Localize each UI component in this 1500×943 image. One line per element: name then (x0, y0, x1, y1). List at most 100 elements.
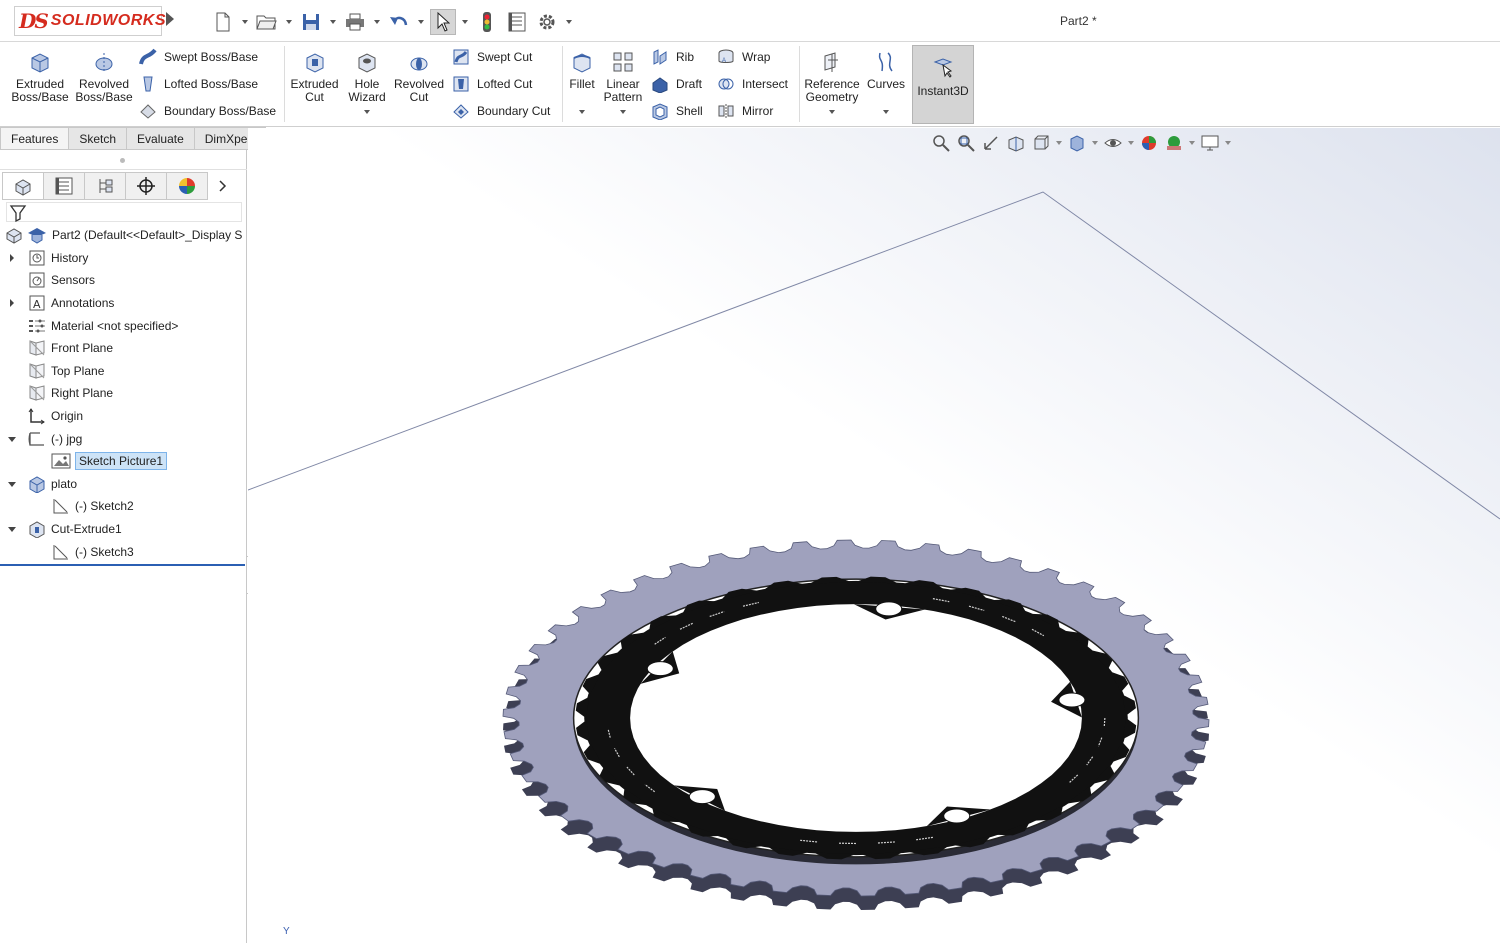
print-button[interactable] (342, 9, 368, 35)
section-view-button[interactable] (1005, 132, 1027, 154)
display-style-dropdown[interactable] (1091, 132, 1099, 154)
hole-wizard-dropdown[interactable] (364, 110, 370, 114)
tree-item-sketch3[interactable]: (-) Sketch3 (0, 540, 247, 563)
swept-cut-button[interactable]: Swept Cut (451, 46, 532, 68)
tab-features[interactable]: Features (0, 127, 70, 150)
filter-funnel-icon (9, 205, 27, 222)
sketch-picture-icon (51, 451, 71, 471)
curves-button[interactable]: Curves (864, 48, 908, 114)
reference-geometry-dropdown[interactable] (829, 110, 835, 114)
curves-icon (872, 48, 900, 76)
tree-item-material-not-specified[interactable]: Material <not specified> (0, 314, 247, 337)
reference-geometry-button[interactable]: Reference Geometry (803, 48, 861, 114)
options-dropdown[interactable] (564, 9, 574, 35)
undo-dropdown[interactable] (416, 9, 426, 35)
collapse-arrow-icon[interactable] (7, 479, 17, 489)
property-list-icon (55, 177, 73, 195)
fillet-button[interactable]: Fillet (565, 48, 599, 114)
linear-pattern-button[interactable]: Linear Pattern (602, 48, 644, 114)
undo-button[interactable] (386, 9, 412, 35)
panel-resize-grip[interactable] (0, 150, 247, 170)
tab-sketch[interactable]: Sketch (69, 127, 128, 150)
hole-wizard-button[interactable]: Hole Wizard (343, 48, 391, 114)
view-orientation-button[interactable] (1030, 132, 1052, 154)
tree-item-jpg[interactable]: (-) jpg (0, 427, 247, 450)
options-button[interactable] (534, 9, 560, 35)
print-dropdown[interactable] (372, 9, 382, 35)
view-settings-button[interactable] (1199, 132, 1221, 154)
boundary-cut-button[interactable]: Boundary Cut (451, 100, 550, 122)
extruded-cut-button[interactable]: Extruded Cut (287, 48, 342, 104)
revolved-cut-button[interactable]: Revolved Cut (393, 48, 445, 104)
tree-item-sensors[interactable]: Sensors (0, 269, 247, 292)
open-dropdown[interactable] (284, 9, 294, 35)
fillet-dropdown[interactable] (579, 110, 585, 114)
collapse-arrow-icon[interactable] (7, 524, 17, 534)
tree-item-front-plane[interactable]: Front Plane (0, 337, 247, 360)
draft-button[interactable]: Draft (650, 73, 702, 95)
collapse-arrow-icon[interactable] (7, 434, 17, 444)
view-orientation-dropdown[interactable] (1055, 132, 1063, 154)
curves-dropdown[interactable] (883, 110, 889, 114)
new-document-dropdown[interactable] (240, 9, 250, 35)
save-dropdown[interactable] (328, 9, 338, 35)
more-tabs-button[interactable] (207, 172, 237, 200)
hide-show-items-button[interactable] (1102, 132, 1124, 154)
rib-button[interactable]: Rib (650, 46, 694, 68)
tree-item-sketch2[interactable]: (-) Sketch2 (0, 495, 247, 518)
expand-arrow-icon[interactable] (7, 253, 17, 263)
mirror-button[interactable]: Mirror (716, 100, 773, 122)
feature-manager-tab[interactable] (2, 172, 43, 200)
display-manager-tab[interactable] (166, 172, 207, 200)
swept-boss-button[interactable]: Swept Boss/Base (138, 46, 258, 68)
display-style-button[interactable] (1066, 132, 1088, 154)
save-button[interactable] (298, 9, 324, 35)
tree-item-right-plane[interactable]: Right Plane (0, 382, 247, 405)
menu-expand-arrow-icon[interactable] (166, 12, 174, 26)
expand-arrow-icon[interactable] (7, 298, 17, 308)
hide-show-dropdown[interactable] (1127, 132, 1135, 154)
instant3d-button[interactable]: Instant3D (912, 45, 974, 124)
tree-item-origin[interactable]: Origin (0, 405, 247, 428)
intersect-button[interactable]: Intersect (716, 73, 788, 95)
tree-item-annotations[interactable]: A Annotations (0, 292, 247, 315)
select-dropdown[interactable] (460, 9, 470, 35)
tree-item-plato[interactable]: plato (0, 473, 247, 496)
document-title: Part2 * (1060, 14, 1097, 28)
tree-item-sketch-picture1[interactable]: Sketch Picture1 (0, 450, 247, 473)
tree-item-top-plane[interactable]: Top Plane (0, 360, 247, 383)
zoom-to-area-button[interactable] (955, 132, 977, 154)
solidworks-logo[interactable]: DS SOLIDWORKS (14, 6, 166, 36)
lofted-cut-button[interactable]: Lofted Cut (451, 73, 532, 95)
dimxpert-manager-tab[interactable] (125, 172, 166, 200)
graphics-scene[interactable] (248, 128, 1500, 943)
view-settings-dropdown[interactable] (1224, 132, 1232, 154)
apply-scene-button[interactable] (1163, 132, 1185, 154)
file-properties-button[interactable] (504, 9, 530, 35)
rebuild-button[interactable] (474, 9, 500, 35)
graphics-viewport[interactable] (248, 128, 1500, 943)
edit-appearance-button[interactable] (1138, 132, 1160, 154)
tree-item-cut-extrude1[interactable]: Cut-Extrude1 (0, 518, 247, 541)
revolved-boss-button[interactable]: Revolved Boss/Base (74, 48, 134, 104)
select-button[interactable] (430, 9, 456, 35)
tree-root-part[interactable]: Part2 (Default<<Default>_Display S (0, 224, 247, 247)
extruded-boss-button[interactable]: Extruded Boss/Base (10, 48, 70, 104)
new-document-button[interactable] (210, 9, 236, 35)
rollback-bar[interactable] (0, 564, 245, 566)
zoom-to-fit-button[interactable] (930, 132, 952, 154)
boundary-boss-button[interactable]: Boundary Boss/Base (138, 100, 276, 122)
property-manager-tab[interactable] (43, 172, 84, 200)
apply-scene-dropdown[interactable] (1188, 132, 1196, 154)
lofted-boss-button[interactable]: Lofted Boss/Base (138, 73, 258, 95)
linear-pattern-dropdown[interactable] (620, 110, 626, 114)
previous-view-button[interactable] (980, 132, 1002, 154)
tree-filter-field[interactable] (6, 202, 242, 222)
tab-evaluate[interactable]: Evaluate (127, 127, 195, 150)
open-button[interactable] (254, 9, 280, 35)
lofted-cut-icon (451, 74, 471, 94)
configuration-manager-tab[interactable] (84, 172, 125, 200)
tree-item-history[interactable]: History (0, 247, 247, 270)
wrap-button[interactable]: A Wrap (716, 46, 770, 68)
shell-button[interactable]: Shell (650, 100, 703, 122)
